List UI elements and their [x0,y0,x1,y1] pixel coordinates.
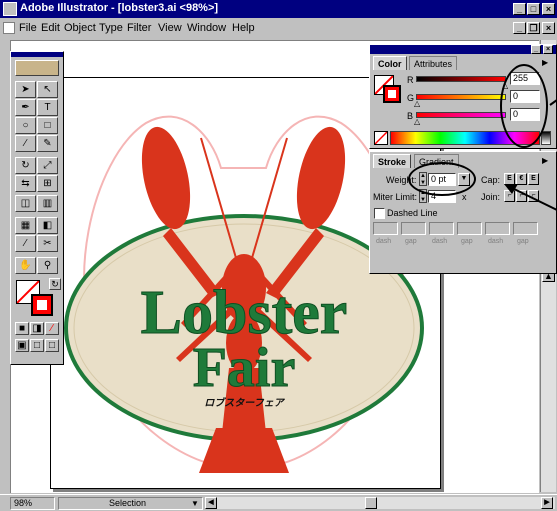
status-mode-text: Selection [109,498,147,508]
scissors-tool-icon[interactable]: ✂ [37,235,58,252]
miter-unit-label: x [462,192,467,202]
gradient-tool-icon[interactable]: ◧ [37,217,58,234]
menu-file[interactable]: File [19,22,37,34]
maximize-icon[interactable]: □ [527,3,540,15]
menu-type[interactable]: Type [99,22,123,34]
dash-label-1: dash [376,238,392,245]
dashed-line-checkbox[interactable] [374,208,385,219]
blend-tool-icon[interactable]: ◫ [15,195,36,212]
color-stroke-swatch[interactable] [383,85,401,103]
toolbox-titlebar[interactable] [11,52,63,57]
annotation-arrows [504,99,557,211]
scale-tool-icon[interactable]: ⤢ [37,157,58,174]
menu-help[interactable]: Help [232,22,255,34]
menu-edit[interactable]: Edit [41,22,60,34]
pen-tool-icon[interactable]: ✒ [15,99,36,116]
stroke-swatch[interactable] [31,294,53,316]
selection-tool-icon[interactable]: ➤ [15,81,36,98]
type-tool-icon[interactable]: T [37,99,58,116]
scroll-left-icon[interactable]: ◀ [205,497,217,509]
close-icon[interactable]: × [542,3,555,15]
doc-close-icon[interactable]: × [542,22,555,34]
swap-colors-icon[interactable]: ↻ [49,278,61,290]
window-title: Adobe Illustrator - [lobster3.ai <98%>] [20,2,219,14]
dash-field-2[interactable] [429,222,454,235]
menu-object[interactable]: Object [64,22,96,34]
scroll-thumb[interactable] [365,497,377,509]
tab-stroke[interactable]: Stroke [373,154,412,168]
color-panel-minimize-icon[interactable]: _ [531,45,541,54]
zoom-tool-icon[interactable]: ⚲ [37,257,58,274]
dashed-line-label: Dashed Line [387,208,438,218]
rectangle-tool-icon[interactable]: □ [37,117,58,134]
doc-minimize-icon[interactable]: _ [513,22,526,34]
artwork-title-line2: Fair [193,337,296,399]
tab-attributes[interactable]: Attributes [409,56,458,70]
screen-mode-full-icon[interactable]: □ [45,339,59,352]
menu-window[interactable]: Window [187,22,226,34]
color-panel-close-icon[interactable]: × [543,45,553,54]
g-slider-thumb-icon[interactable]: △ [414,99,420,108]
color-panel-titlebar[interactable] [370,45,556,54]
status-bar: 98% Selection ▼ ◀ ▶ [0,494,557,511]
zoom-level-field[interactable]: 98% [10,497,55,510]
pencil-tool-icon[interactable]: ✎ [37,135,58,152]
menu-bar: File Edit Object Type Filter View Window… [0,19,557,37]
free-transform-tool-icon[interactable]: ⊞ [37,175,58,192]
dash-label-2: dash [432,238,448,245]
ellipse-tool-icon[interactable]: ○ [15,117,36,134]
gap-label-1: gap [405,238,417,245]
color-mode-icon[interactable]: ■ [15,322,29,335]
screen-mode-standard-icon[interactable]: ▣ [15,339,29,352]
rotate-tool-icon[interactable]: ↻ [15,157,36,174]
status-mode-field[interactable]: Selection ▼ [58,497,203,510]
graph-tool-icon[interactable]: ▥ [37,195,58,212]
app-icon[interactable] [3,2,17,16]
toolbox-panel: ➤ ↖ ✒ T ○ □ ∕ ✎ ↻ ⤢ ⇆ ⊞ ◫ ▥ ▦ ◧ ⁄ ✂ ✋ ⚲ … [10,51,64,365]
brush-tool-icon[interactable]: ∕ [15,135,36,152]
miter-limit-label: Miter Limit: [373,192,418,202]
horizontal-scrollbar[interactable]: ◀ ▶ [205,497,555,509]
illustrator-logo-icon[interactable] [15,60,59,76]
direct-selection-tool-icon[interactable]: ↖ [37,81,58,98]
menu-filter[interactable]: Filter [127,22,151,34]
menu-view[interactable]: View [158,22,182,34]
g-label: G [407,93,415,103]
gap-label-2: gap [461,238,473,245]
weight-field-highlight [408,162,476,196]
gap-field-1[interactable] [401,222,426,235]
minimize-icon[interactable]: _ [513,3,526,15]
gradient-mesh-tool-icon[interactable]: ▦ [15,217,36,234]
status-dropdown-icon[interactable]: ▼ [191,498,199,509]
document-icon[interactable] [3,22,15,34]
arrow-to-weight [509,186,557,211]
doc-restore-icon[interactable]: ❐ [527,22,540,34]
scroll-right-icon[interactable]: ▶ [541,497,553,509]
reflect-tool-icon[interactable]: ⇆ [15,175,36,192]
dash-field-1[interactable] [373,222,398,235]
artwork-subtitle: ロブスターフェア [204,397,285,409]
gap-field-2[interactable] [457,222,482,235]
tab-color[interactable]: Color [373,56,407,70]
arrow-to-rgb [549,99,557,106]
title-bar: Adobe Illustrator - [lobster3.ai <98%>] … [0,0,557,18]
hand-tool-icon[interactable]: ✋ [15,257,36,274]
none-mode-icon[interactable]: ∕ [45,322,59,335]
b-slider-thumb-icon[interactable]: △ [414,117,420,126]
r-label: R [407,75,414,85]
b-label: B [407,111,414,121]
gradient-mode-icon[interactable]: ◨ [30,322,44,335]
screen-mode-full-menu-icon[interactable]: □ [30,339,44,352]
none-color-swatch[interactable] [374,131,388,145]
eyedropper-tool-icon[interactable]: ⁄ [15,235,36,252]
